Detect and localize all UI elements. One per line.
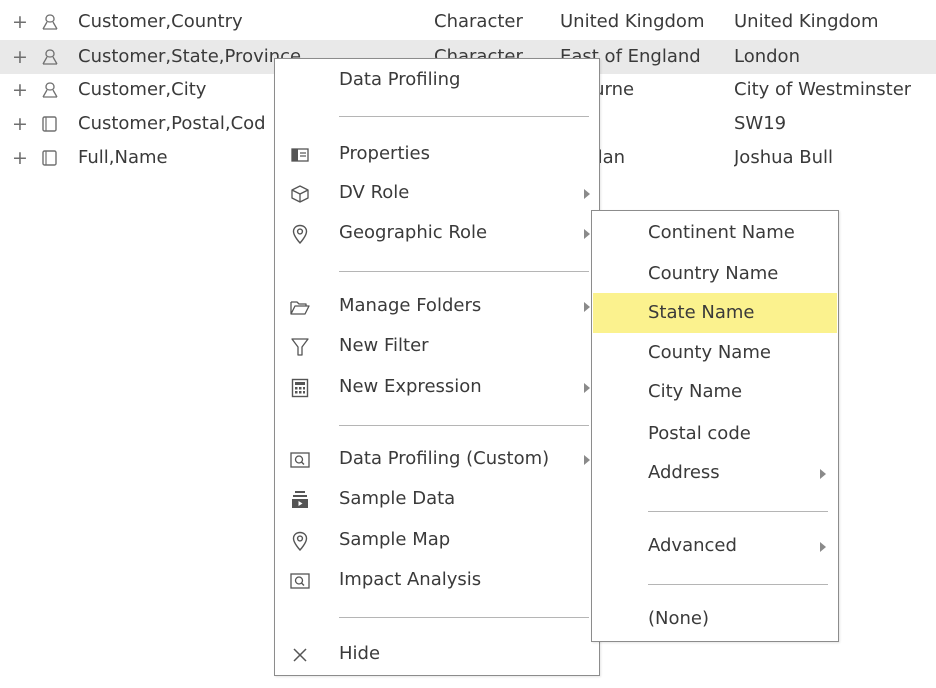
expand-plus-icon[interactable]: + [12, 5, 28, 39]
menu-separator [648, 511, 828, 512]
submenu-item-none[interactable]: (None) [592, 601, 838, 637]
menu-item-label: City Name [648, 381, 743, 402]
menu-item-impact-analysis[interactable]: Impact Analysis [275, 562, 599, 598]
menu-item-label: Address [648, 462, 720, 483]
attribute-icon [40, 115, 60, 133]
calculator-icon [289, 377, 311, 399]
table-row[interactable]: + Customer,Country Character United King… [0, 5, 936, 39]
row-sample-2: SW19 [734, 113, 787, 134]
submenu-arrow-icon [584, 189, 590, 199]
menu-item-label: Hide [339, 643, 381, 664]
menu-item-label: Data Profiling [339, 69, 461, 90]
submenu-item-state-name[interactable]: State Name [593, 293, 837, 333]
submenu-item-postal-code[interactable]: Postal code [592, 416, 838, 452]
sample-data-icon [289, 489, 311, 511]
menu-item-label: New Filter [339, 335, 429, 356]
submenu-item-address[interactable]: Address [592, 455, 838, 491]
properties-icon [289, 144, 311, 166]
attribute-icon [40, 149, 60, 167]
submenu-item-country-name[interactable]: Country Name [592, 256, 838, 292]
menu-item-manage-folders[interactable]: Manage Folders [275, 288, 599, 324]
menu-separator [339, 425, 589, 426]
geo-person-icon [40, 13, 60, 31]
submenu-arrow-icon [820, 469, 826, 479]
menu-item-label: Impact Analysis [339, 569, 482, 590]
menu-item-label: (None) [648, 608, 710, 629]
map-pin-icon [289, 223, 311, 245]
profile-search-icon [289, 449, 311, 471]
menu-separator [339, 617, 589, 618]
menu-item-label: Data Profiling (Custom) [339, 448, 550, 469]
row-sample-2: City of Westminster [734, 79, 912, 100]
expand-plus-icon[interactable]: + [12, 40, 28, 74]
menu-item-label: State Name [648, 302, 755, 323]
cube-icon [289, 183, 311, 205]
row-sample-1: United Kingdom [560, 11, 705, 32]
menu-item-properties[interactable]: Properties [275, 136, 599, 172]
menu-item-hide[interactable]: Hide [275, 636, 599, 672]
submenu-item-county-name[interactable]: County Name [592, 335, 838, 371]
profile-search-icon [289, 570, 311, 592]
geo-person-icon [40, 48, 60, 66]
menu-separator [339, 116, 589, 117]
menu-item-new-expression[interactable]: New Expression [275, 369, 599, 405]
expand-plus-icon[interactable]: + [12, 73, 28, 107]
menu-item-label: Manage Folders [339, 295, 482, 316]
menu-item-new-filter[interactable]: New Filter [275, 328, 599, 364]
submenu-arrow-icon [584, 455, 590, 465]
folder-icon [289, 296, 311, 318]
menu-item-label: Sample Map [339, 529, 451, 550]
filter-icon [289, 336, 311, 358]
close-icon [289, 644, 311, 666]
expand-plus-icon[interactable]: + [12, 107, 28, 141]
menu-item-label: County Name [648, 342, 771, 363]
row-sample-2: United Kingdom [734, 11, 879, 32]
menu-item-geographic-role[interactable]: Geographic Role [275, 215, 599, 251]
menu-item-label: New Expression [339, 376, 482, 397]
menu-separator [648, 584, 828, 585]
menu-item-label: Country Name [648, 263, 779, 284]
submenu-arrow-icon [820, 542, 826, 552]
expand-plus-icon[interactable]: + [12, 141, 28, 175]
row-sample-2: London [734, 46, 800, 67]
menu-item-sample-map[interactable]: Sample Map [275, 522, 599, 558]
menu-item-label: Postal code [648, 423, 751, 444]
submenu-item-advanced[interactable]: Advanced [592, 528, 838, 564]
menu-item-sample-data[interactable]: Sample Data [275, 481, 599, 517]
map-pin-icon [289, 530, 311, 552]
row-type: Character [434, 11, 523, 32]
submenu-arrow-icon [584, 229, 590, 239]
menu-item-label: Geographic Role [339, 222, 488, 243]
menu-item-label: Sample Data [339, 488, 456, 509]
submenu-arrow-icon [584, 302, 590, 312]
menu-item-data-profiling[interactable]: Data Profiling [275, 62, 599, 98]
menu-item-label: DV Role [339, 182, 410, 203]
geo-person-icon [40, 81, 60, 99]
menu-item-label: Advanced [648, 535, 737, 556]
submenu-item-city-name[interactable]: City Name [592, 374, 838, 410]
menu-item-dv-role[interactable]: DV Role [275, 175, 599, 211]
submenu-arrow-icon [584, 383, 590, 393]
submenu-item-continent-name[interactable]: Continent Name [592, 215, 838, 251]
menu-item-data-profiling-custom[interactable]: Data Profiling (Custom) [275, 441, 599, 477]
menu-item-label: Continent Name [648, 222, 795, 243]
geographic-role-submenu: Continent Name Country Name State Name C… [591, 210, 839, 642]
menu-separator [339, 271, 589, 272]
row-sample-2: Joshua Bull [734, 147, 834, 168]
menu-item-label: Properties [339, 143, 430, 164]
context-menu: Data Profiling Properties DV Role Geogra… [274, 58, 600, 676]
